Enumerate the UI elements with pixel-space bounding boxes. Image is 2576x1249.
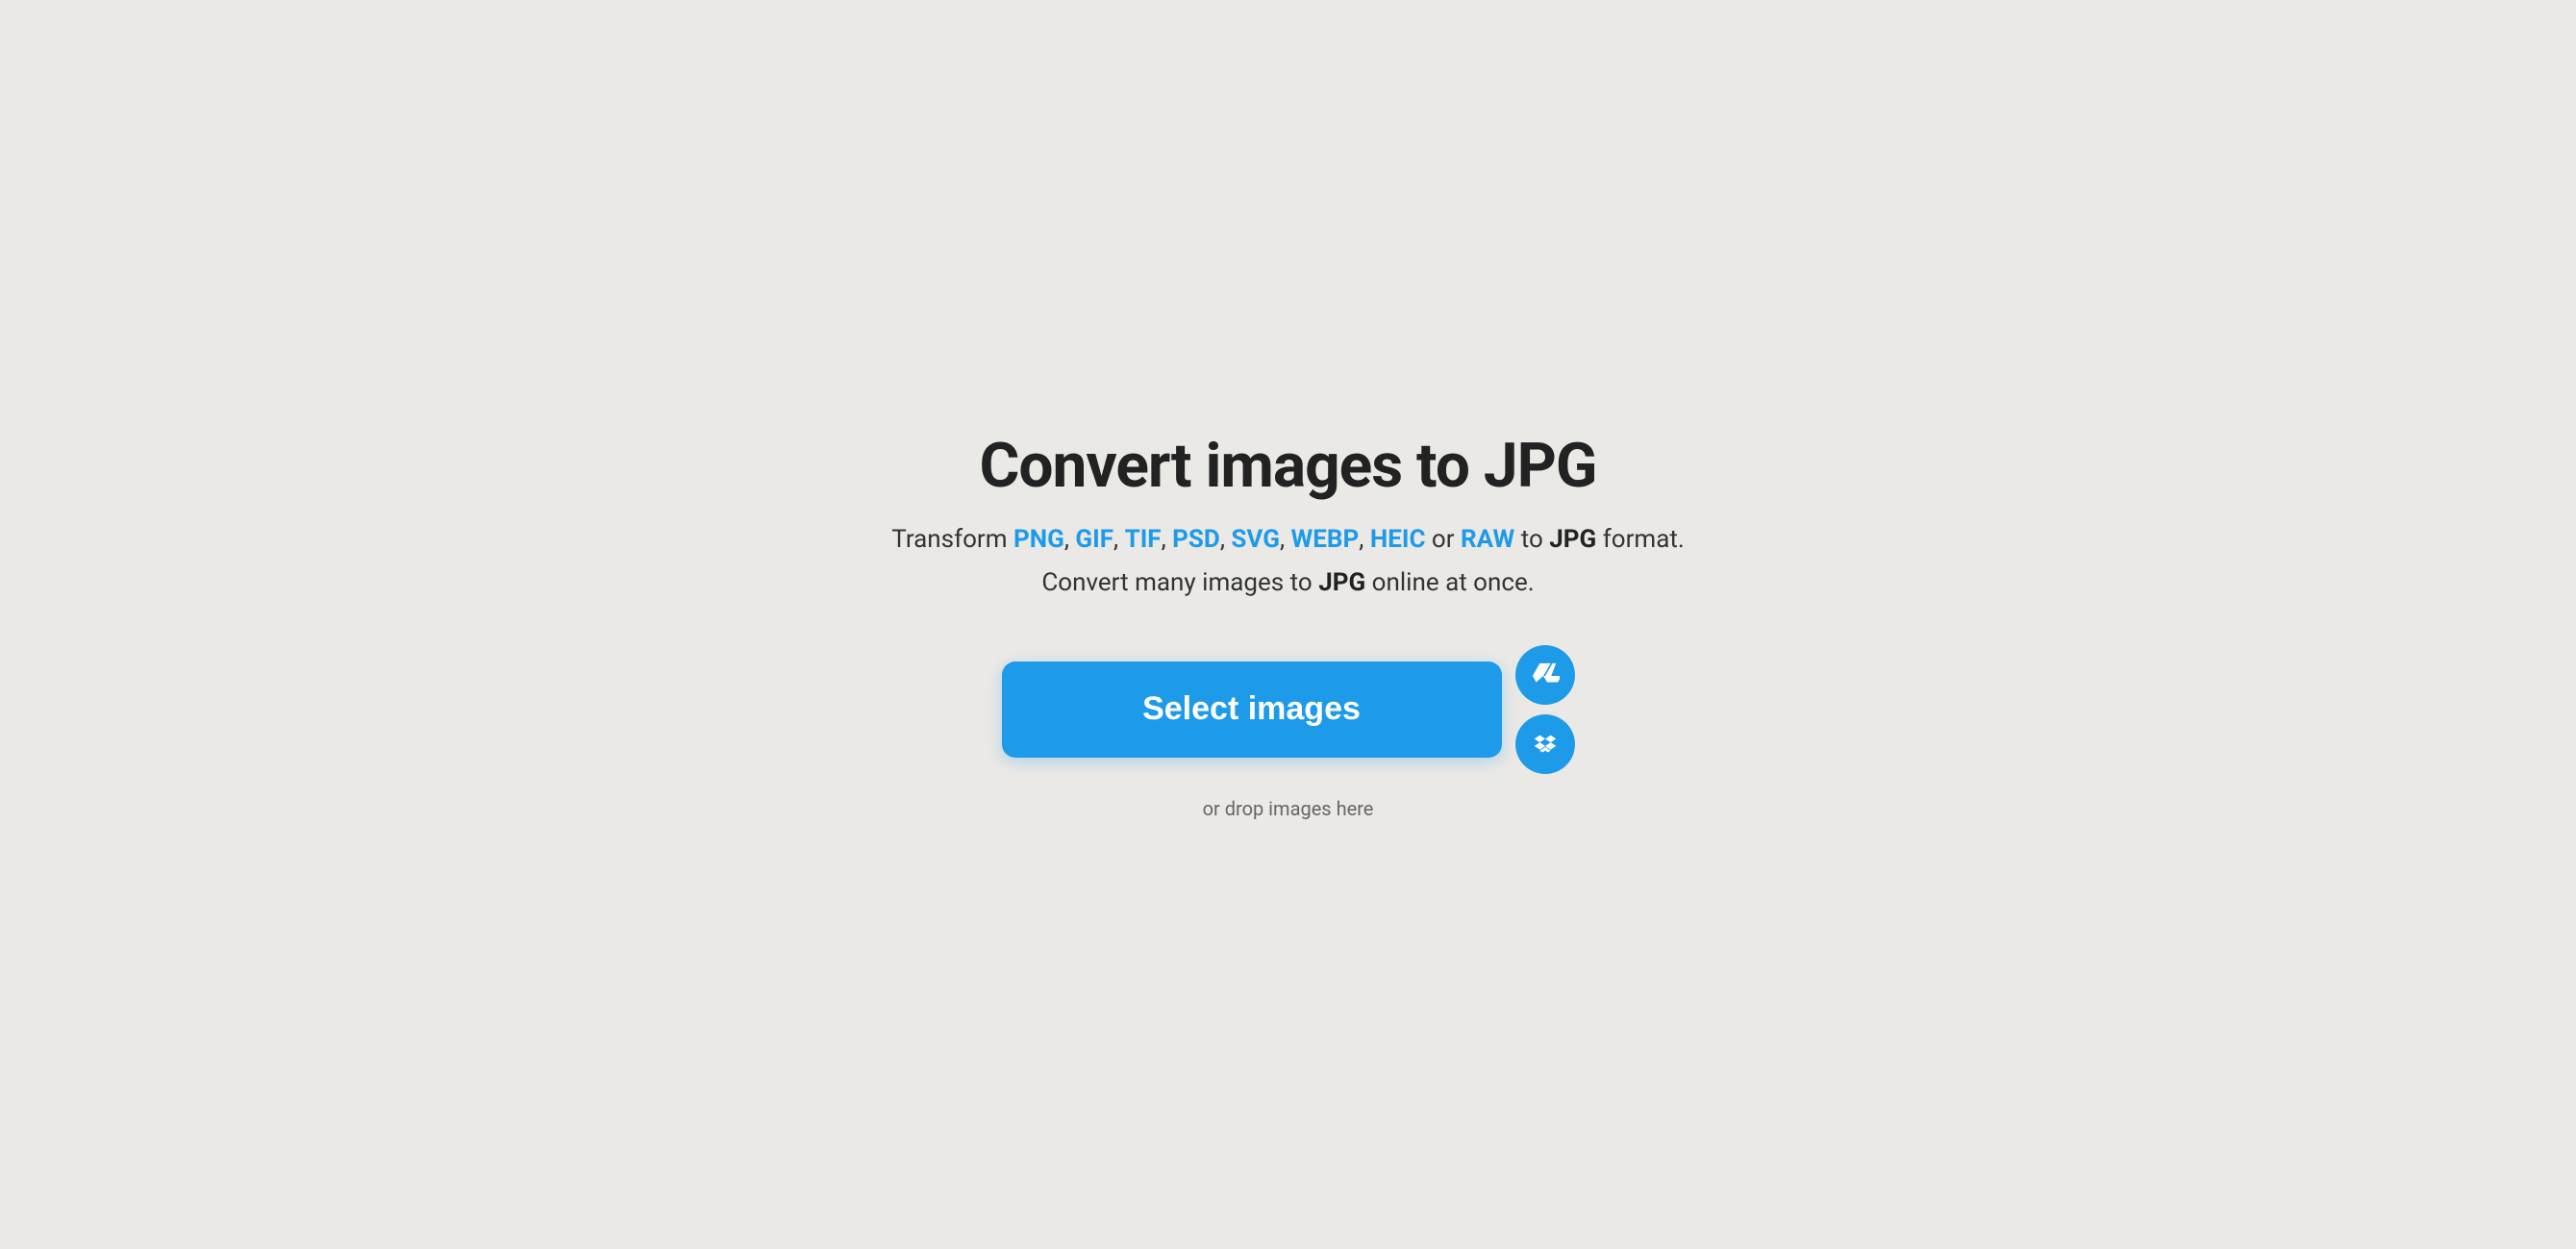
subtitle-prefix: Transform <box>891 525 1013 554</box>
comma6: , <box>1359 525 1370 554</box>
subtitle-line1: Transform PNG, GIF, TIF, PSD, SVG, WEBP,… <box>891 521 1684 559</box>
drop-text: or drop images here <box>1203 797 1374 820</box>
comma5: , <box>1280 525 1291 554</box>
google-drive-button[interactable] <box>1515 645 1575 705</box>
format-png: PNG <box>1013 525 1064 554</box>
google-drive-icon <box>1531 661 1560 689</box>
page-title: Convert images to JPG <box>979 430 1596 502</box>
comma4: , <box>1220 525 1232 554</box>
format-tif: TIF <box>1125 525 1162 554</box>
comma2: , <box>1113 525 1125 554</box>
target-format: JPG <box>1549 525 1596 554</box>
select-images-button[interactable]: Select images <box>1002 662 1502 758</box>
second-line-suffix: online at once. <box>1365 568 1534 597</box>
cloud-buttons <box>1515 645 1575 774</box>
format-gif: GIF <box>1075 525 1113 554</box>
format-psd: PSD <box>1172 525 1220 554</box>
action-area: Select images <box>1002 645 1575 774</box>
format-end: format. <box>1596 525 1684 554</box>
dropbox-icon <box>1531 730 1560 759</box>
second-line-prefix: Convert many images to <box>1041 568 1318 597</box>
comma3: , <box>1162 525 1173 554</box>
comma1: , <box>1064 525 1076 554</box>
format-raw: RAW <box>1461 525 1514 554</box>
format-webp: WEBP <box>1291 525 1360 554</box>
format-svg: SVG <box>1231 525 1280 554</box>
dropbox-button[interactable] <box>1515 714 1575 774</box>
or-text: or <box>1425 525 1461 554</box>
format-heic: HEIC <box>1370 525 1426 554</box>
second-line-bold: JPG <box>1318 568 1365 597</box>
to-text: to <box>1514 525 1549 554</box>
subtitle-line2: Convert many images to JPG online at onc… <box>1041 568 1534 597</box>
main-container: Convert images to JPG Transform PNG, GIF… <box>856 430 1721 820</box>
